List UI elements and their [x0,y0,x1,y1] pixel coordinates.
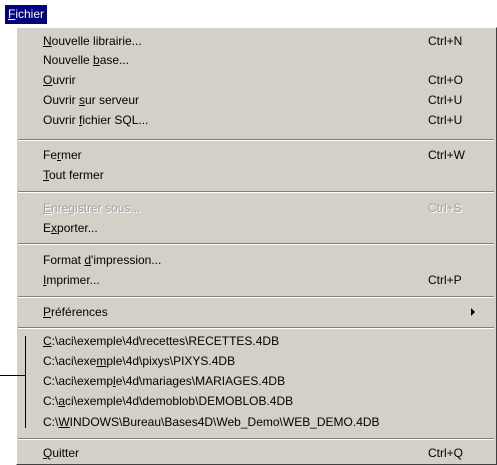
menu-item-fermer[interactable]: Fermer Ctrl+W [43,146,482,164]
label-pre: C:\aci\exemp [43,374,114,388]
menu-item-ouvrir-serveur[interactable]: Ouvrir sur serveur Ctrl+U [43,91,482,109]
label-post: e\4d\mariages\MARIAGES.4DB [115,374,286,388]
shortcut-label: Ctrl+W [428,148,465,162]
label-post: out fermer [49,168,104,182]
label-post: ur serveur [85,93,140,107]
label-post: mprimer... [46,273,100,287]
label-post: ichier SQL... [82,113,149,127]
shortcut-label: Ctrl+U [428,93,463,107]
label-pre: Ouvrir [43,113,79,127]
label-pre: C:\ [43,394,59,408]
menu-separator [18,438,494,440]
menu-separator [18,191,494,193]
menu-separator [18,243,494,245]
label-pre: C:\ [43,415,59,429]
shortcut-label: Ctrl+P [428,273,462,287]
menu-item-ouvrir-sql[interactable]: Ouvrir fichier SQL... Ctrl+U [43,111,482,129]
label-pre: C:\aci\exe [43,354,97,368]
shortcut-label: Ctrl+O [428,73,464,87]
label-post: porter... [57,221,98,235]
label-post: nregistrer sous... [51,201,141,215]
label-pre: Ouvrir [43,93,79,107]
menu-item-quitter[interactable]: Quitter Ctrl+Q [43,444,482,462]
label-mnemonic: P [43,305,52,319]
menu-item-nouvelle-librairie[interactable]: Nouvelle librairie... Ctrl+N [43,32,482,50]
label-mnemonic: W [58,415,70,429]
shortcut-label: Ctrl+S [428,201,462,215]
menu-separator [18,296,494,298]
callout-bracket [25,336,26,428]
menu-item-format-impression[interactable]: Format d'impression... [43,251,482,269]
label-post: uvrir [52,73,76,87]
label-post: ase... [99,53,130,67]
callout-line [0,375,26,376]
recent-file-mariages[interactable]: C:\aci\exemple\4d\mariages\MARIAGES.4DB [43,372,482,390]
menu-separator [18,327,494,329]
recent-file-demoblob[interactable]: C:\aci\exemple\4d\demoblob\DEMOBLOB.4DB [43,392,482,410]
label-mnemonic: O [43,73,53,87]
menu-item-imprimer[interactable]: Imprimer... Ctrl+P [43,271,482,289]
menu-item-preferences[interactable]: Préférences [43,303,482,321]
menu-item-nouvelle-base[interactable]: Nouvelle base... [43,51,482,69]
menu-separator [18,139,494,141]
menu-item-enregistrer-sous: Enregistrer sous... Ctrl+S [43,199,482,217]
label-pre: E [43,221,52,235]
label-post: 'impression... [91,253,162,267]
label-mnemonic: m [96,354,107,368]
recent-file-recettes[interactable]: C:\aci\exemple\4d\recettes\RECETTES.4DB [43,332,482,350]
label-post: INDOWS\Bureau\Bases4D\Web_Demo\WEB_DEMO.… [69,415,380,429]
label-pre: Fe [43,148,58,162]
label-pre: Nouvelle [43,53,94,67]
label-post: :\aci\exemple\4d\recettes\RECETTES.4DB [51,334,280,348]
label-post: ouvelle librairie... [51,34,142,48]
label-post: ple\4d\pixys\PIXYS.4DB [106,354,236,368]
label-mnemonic: C [43,334,52,348]
menu-item-ouvrir[interactable]: Ouvrir Ctrl+O [43,71,482,89]
label-mnemonic: N [43,34,52,48]
label-post: mer [61,148,82,162]
recent-file-pixys[interactable]: C:\aci\exemple\4d\pixys\PIXYS.4DB [43,352,482,370]
menu-item-exporter[interactable]: Exporter... [43,219,482,237]
shortcut-label: Ctrl+N [428,34,463,48]
fichier-label-post: ichier [15,7,45,21]
shortcut-label: Ctrl+U [428,113,463,127]
label-mnemonic: E [43,201,52,215]
fichier-menu[interactable]: Fichier [5,5,48,24]
fichier-dropdown: Nouvelle librairie... Ctrl+N Nouvelle bas… [16,27,497,465]
shortcut-label: Ctrl+Q [428,446,464,460]
recent-file-web-demo[interactable]: C:\WINDOWS\Bureau\Bases4D\Web_Demo\WEB_D… [43,413,482,431]
label-post: uitter [52,446,80,460]
label-mnemonic: b [93,53,100,67]
submenu-arrow-icon [471,308,475,316]
label-post: références [51,305,108,319]
label-pre: Format [43,253,85,267]
label-mnemonic: Q [43,446,53,460]
menu-item-tout-fermer[interactable]: Tout fermer [43,166,482,184]
label-post: ci\exemple\4d\demoblob\DEMOBLOB.4DB [65,394,294,408]
